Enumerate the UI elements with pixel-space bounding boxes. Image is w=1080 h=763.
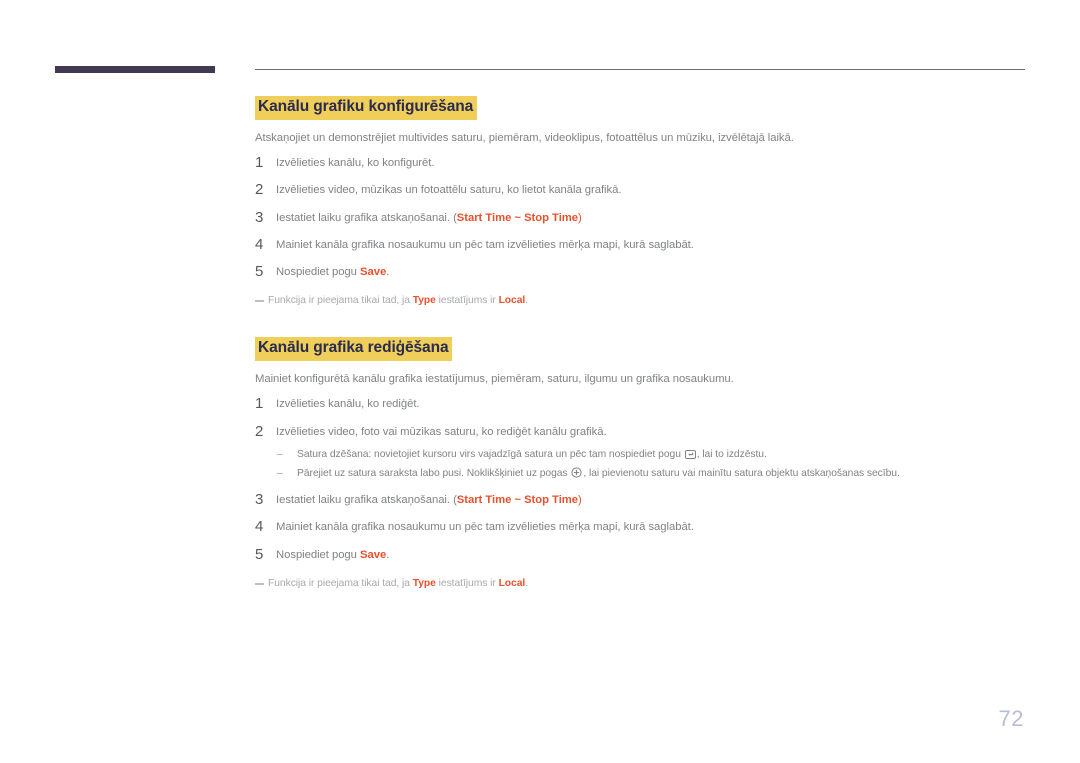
circled-plus-icon [571, 466, 582, 478]
step-item: 5 Nospiediet pogu Save. [255, 545, 1045, 563]
step-text: Izvēlieties kanālu, ko rediģēt. [276, 398, 420, 411]
step-text: Izvēlieties video, mūzikas un fotoattēlu… [276, 184, 622, 197]
step-number: 1 [255, 154, 264, 172]
sub-bullet-text: Satura dzēšana: novietojiet kursoru virs… [297, 448, 684, 460]
section-title: Kanālu grafiku konfigurēšana [255, 96, 478, 120]
step-number: 3 [255, 491, 264, 509]
term-separator: ~ [511, 211, 525, 224]
dash-icon: – [277, 467, 283, 479]
step-text-after: . [386, 548, 390, 561]
term-type: Type [412, 295, 436, 307]
step-text: Iestatiet laiku grafika atskaņošanai. ( [276, 494, 457, 507]
term-save: Save [360, 266, 387, 279]
step-text: Nospiediet pogu [276, 266, 360, 279]
step-item: 1 Izvēlieties kanālu, ko rediģēt. [255, 395, 1045, 413]
step-number: 5 [255, 263, 264, 281]
section-title: Kanālu grafika rediģēšana [255, 337, 453, 362]
sub-bullet-text: Pārejiet uz satura saraksta labo pusi. N… [297, 467, 571, 479]
step-list: 1 Izvēlieties kanālu, ko rediģēt. 2 Izvē… [255, 395, 1045, 563]
section-configure-channel-schedule: Kanālu grafiku konfigurēšana Atskaņojiet… [255, 96, 1045, 308]
section-intro: Mainiet konfigurētā kanālu grafika iesta… [255, 373, 734, 386]
step-item: 3 Iestatiet laiku grafika atskaņošanai. … [255, 208, 1045, 226]
note-dash-icon [255, 300, 264, 302]
term-stop-time: Stop Time [524, 494, 579, 507]
header-accent-bar [55, 66, 215, 73]
step-item: 5 Nospiediet pogu Save. [255, 263, 1045, 281]
section-note: Funkcija ir pieejama tikai tad, ja Type … [255, 577, 1045, 591]
section-edit-channel-schedule: Kanālu grafika rediģēšana Mainiet konfig… [255, 337, 1045, 591]
step-text: Iestatiet laiku grafika atskaņošanai. ( [276, 211, 457, 224]
step-text: Mainiet kanāla grafika nosaukumu un pēc … [276, 238, 694, 251]
step-item: 2 Izvēlieties video, mūzikas un fotoattē… [255, 181, 1045, 199]
term-start-time: Start Time [456, 494, 512, 507]
step-text: Izvēlieties video, foto vai mūzikas satu… [276, 425, 607, 438]
step-number: 2 [255, 181, 264, 199]
page-number: 72 [998, 706, 1024, 731]
section-note: Funkcija ir pieejama tikai tad, ja Type … [255, 294, 1045, 308]
section-intro: Atskaņojiet un demonstrējiet multivides … [255, 131, 794, 144]
note-text-after: . [525, 295, 529, 307]
dash-icon: – [277, 448, 283, 460]
step-text-after: . [386, 266, 390, 279]
step-item: 1 Izvēlieties kanālu, ko konfigurēt. [255, 154, 1045, 172]
term-local: Local [498, 295, 526, 307]
step-text: Izvēlieties kanālu, ko konfigurēt. [276, 157, 435, 170]
note-text-middle: iestatījums ir [435, 295, 499, 307]
step-text-after: ) [578, 211, 582, 224]
note-text: Funkcija ir pieejama tikai tad, ja [268, 577, 413, 589]
step-item: 2 Izvēlieties video, foto vai mūzikas sa… [255, 422, 1045, 481]
step-text: Nospiediet pogu [276, 548, 360, 561]
note-text-middle: iestatījums ir [435, 577, 499, 589]
sub-bullet-item: – Pārejiet uz satura saraksta labo pusi. … [276, 466, 1045, 482]
step-item: 4 Mainiet kanāla grafika nosaukumu un pē… [255, 235, 1045, 253]
enter-key-icon [684, 449, 696, 459]
document-page: Kanālu grafiku konfigurēšana Atskaņojiet… [0, 0, 1080, 763]
note-dash-icon [255, 582, 264, 585]
note-text-after: . [525, 577, 529, 589]
header-rule [255, 69, 1025, 70]
term-save: Save [360, 548, 387, 561]
step-text: Mainiet kanāla grafika nosaukumu un pēc … [276, 521, 694, 534]
term-separator: ~ [511, 494, 525, 507]
step-number: 1 [255, 395, 264, 413]
step-text-after: ) [578, 494, 582, 507]
term-type: Type [412, 577, 436, 589]
term-start-time: Start Time [456, 211, 512, 224]
term-local: Local [498, 577, 526, 589]
step-list: 1 Izvēlieties kanālu, ko konfigurēt. 2 I… [255, 154, 1045, 281]
sub-bullet-text-after: , lai to izdzēstu. [696, 448, 767, 460]
step-number: 4 [255, 235, 264, 253]
step-item: 3 Iestatiet laiku grafika atskaņošanai. … [255, 491, 1045, 509]
sub-bullet-text-after: , lai pievienotu saturu vai mainītu satu… [583, 467, 900, 479]
sub-bullet-item: – Satura dzēšana: novietojiet kursoru vir… [276, 448, 1045, 463]
step-number: 3 [255, 208, 264, 226]
step-number: 2 [255, 422, 264, 440]
term-stop-time: Stop Time [524, 211, 579, 224]
step-item: 4 Mainiet kanāla grafika nosaukumu un pē… [255, 518, 1045, 536]
step-number: 4 [255, 518, 264, 536]
note-text: Funkcija ir pieejama tikai tad, ja [268, 295, 413, 307]
page-content: Kanālu grafiku konfigurēšana Atskaņojiet… [255, 96, 1045, 591]
step-number: 5 [255, 545, 264, 563]
sub-bullet-list: – Satura dzēšana: novietojiet kursoru vir… [276, 448, 1045, 481]
